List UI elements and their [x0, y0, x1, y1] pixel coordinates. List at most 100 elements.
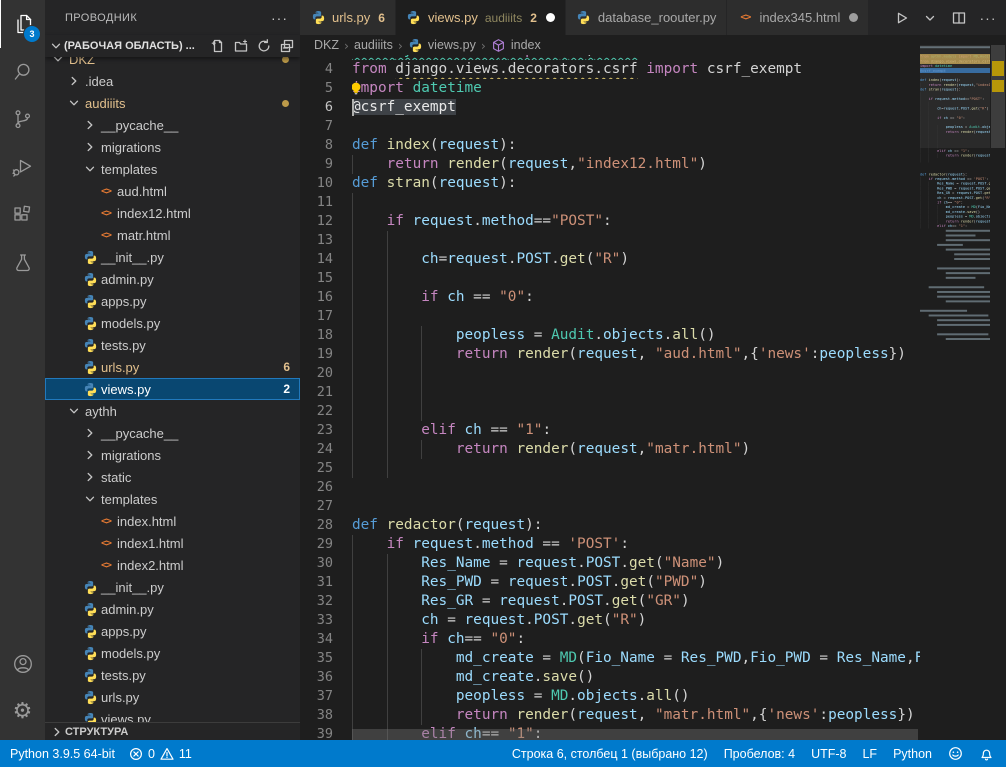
collapse-all-icon[interactable]	[278, 37, 296, 55]
breadcrumb-item-index[interactable]: index	[491, 37, 541, 53]
source-control-icon[interactable]	[0, 96, 45, 144]
code-line-27[interactable]: 27	[300, 497, 920, 516]
code-line-21[interactable]: 21	[300, 383, 920, 402]
code-line-34[interactable]: 34 if ch== "0":	[300, 630, 920, 649]
notifications-bell-icon[interactable]	[979, 746, 994, 761]
code-line-28[interactable]: 28def redactor(request):	[300, 516, 920, 535]
settings-gear-icon[interactable]: ⚙	[0, 688, 45, 736]
code-line-24[interactable]: 24 return render(request,"matr.html")	[300, 440, 920, 459]
code-line-15[interactable]: 15	[300, 269, 920, 288]
tree-item-apps.py[interactable]: apps.py	[45, 290, 300, 312]
tree-item-tests.py[interactable]: tests.py	[45, 664, 300, 686]
outline-section-header[interactable]: СТРУКТУРА	[45, 722, 300, 740]
extensions-icon[interactable]	[0, 192, 45, 240]
tree-item-matr.html[interactable]: <>matr.html	[45, 224, 300, 246]
tree-item-apps.py[interactable]: apps.py	[45, 620, 300, 642]
code-line-31[interactable]: 31 Res_PWD = request.POST.get("PWD")	[300, 573, 920, 592]
encoding-item[interactable]: UTF-8	[811, 747, 846, 761]
code-line-23[interactable]: 23 elif ch == "1":	[300, 421, 920, 440]
code-line-33[interactable]: 33 ch = request.POST.get("R")	[300, 611, 920, 630]
tab-database_roouter.py[interactable]: database_roouter.py	[566, 0, 728, 35]
refresh-icon[interactable]	[255, 37, 273, 55]
vertical-scrollbar[interactable]	[990, 0, 1006, 740]
tree-item-__init__.py[interactable]: __init__.py	[45, 246, 300, 268]
tree-item-templates[interactable]: templates	[45, 488, 300, 510]
code-line-5[interactable]: 5import datetime	[300, 79, 920, 98]
code-line-32[interactable]: 32 Res_GR = request.POST.get("GR")	[300, 592, 920, 611]
tree-item-__init__.py[interactable]: __init__.py	[45, 576, 300, 598]
account-icon[interactable]	[0, 640, 45, 688]
python-interpreter-item[interactable]: Python 3.9.5 64-bit	[10, 747, 115, 761]
explorer-icon[interactable]: 3	[0, 0, 46, 48]
tree-item-urls.py[interactable]: urls.py	[45, 686, 300, 708]
code-line-22[interactable]: 22	[300, 402, 920, 421]
tree-item-models.py[interactable]: models.py	[45, 642, 300, 664]
tree-item-index.html[interactable]: <>index.html	[45, 510, 300, 532]
tree-item-DKZ[interactable]: DKZ	[45, 57, 300, 70]
tree-item-admin.py[interactable]: admin.py	[45, 598, 300, 620]
run-debug-icon[interactable]	[0, 144, 45, 192]
language-mode-item[interactable]: Python	[893, 747, 932, 761]
testing-icon[interactable]	[0, 240, 45, 288]
tab-index345.html[interactable]: <>index345.html	[727, 0, 869, 35]
tab-urls.py[interactable]: urls.py6	[300, 0, 396, 35]
indentation-item[interactable]: Пробелов: 4	[724, 747, 795, 761]
tree-item-migrations[interactable]: migrations	[45, 136, 300, 158]
tree-item-.idea[interactable]: .idea	[45, 70, 300, 92]
tree-item-static[interactable]: static	[45, 466, 300, 488]
code-line-29[interactable]: 29 if request.method == 'POST':	[300, 535, 920, 554]
new-folder-icon[interactable]	[232, 37, 250, 55]
code-line-4[interactable]: 4from django.views.decorators.csrf impor…	[300, 60, 920, 79]
breadcrumb-item-audiiits[interactable]: audiiits	[354, 38, 393, 52]
code-line-25[interactable]: 25	[300, 459, 920, 478]
workspace-section-header[interactable]: (РАБОЧАЯ ОБЛАСТЬ) ...	[45, 35, 300, 57]
code-line-16[interactable]: 16 if ch == "0":	[300, 288, 920, 307]
code-line-10[interactable]: 10def stran(request):	[300, 174, 920, 193]
code-line-9[interactable]: 9 return render(request,"index12.html")	[300, 155, 920, 174]
sidebar-more-actions-icon[interactable]: ···	[271, 10, 288, 26]
tree-item-models.py[interactable]: models.py	[45, 312, 300, 334]
dirty-indicator[interactable]	[546, 13, 555, 22]
tree-item-urls.py[interactable]: urls.py6	[45, 356, 300, 378]
tree-item-views.py[interactable]: views.py2	[45, 378, 300, 400]
tab-views.py[interactable]: views.pyaudiiits2	[396, 0, 566, 35]
tree-item-index12.html[interactable]: <>index12.html	[45, 202, 300, 224]
feedback-smiley-icon[interactable]	[948, 746, 963, 761]
tree-item-admin.py[interactable]: admin.py	[45, 268, 300, 290]
problems-indicator[interactable]: 0 11	[129, 747, 192, 761]
code-line-11[interactable]: 11	[300, 193, 920, 212]
code-line-18[interactable]: 18 peopless = Audit.objects.all()	[300, 326, 920, 345]
code-line-38[interactable]: 38 return render(request, "matr.html",{'…	[300, 706, 920, 725]
code-line-37[interactable]: 37 peopless = MD.objects.all()	[300, 687, 920, 706]
tree-item-index2.html[interactable]: <>index2.html	[45, 554, 300, 576]
run-button-icon[interactable]	[891, 8, 911, 28]
code-editor[interactable]: 3from aythh.models import MD,Audit4from …	[300, 55, 920, 740]
tree-item-migrations[interactable]: migrations	[45, 444, 300, 466]
code-line-13[interactable]: 13	[300, 231, 920, 250]
lightbulb-icon[interactable]	[352, 81, 363, 98]
horizontal-scrollbar[interactable]	[352, 729, 918, 740]
breadcrumb-item-DKZ[interactable]: DKZ	[314, 38, 339, 52]
split-editor-icon[interactable]	[949, 8, 969, 28]
tree-item-views.py[interactable]: views.py	[45, 708, 300, 723]
tree-item-index1.html[interactable]: <>index1.html	[45, 532, 300, 554]
code-line-6[interactable]: 6@csrf_exempt	[300, 98, 920, 117]
code-line-8[interactable]: 8def index(request):	[300, 136, 920, 155]
code-line-30[interactable]: 30 Res_Name = request.POST.get("Name")	[300, 554, 920, 573]
code-line-36[interactable]: 36 md_create.save()	[300, 668, 920, 687]
tree-item-__pycache__[interactable]: __pycache__	[45, 422, 300, 444]
minimap[interactable]: from aythh.models import MD,Auditfrom dj…	[920, 45, 990, 740]
tree-item-aythh[interactable]: aythh	[45, 400, 300, 422]
code-line-7[interactable]: 7	[300, 117, 920, 136]
tree-item-__pycache__[interactable]: __pycache__	[45, 114, 300, 136]
new-file-icon[interactable]	[209, 37, 227, 55]
tree-item-templates[interactable]: templates	[45, 158, 300, 180]
dirty-indicator[interactable]	[849, 13, 858, 22]
cursor-position-item[interactable]: Строка 6, столбец 1 (выбрано 12)	[512, 747, 708, 761]
code-line-17[interactable]: 17	[300, 307, 920, 326]
code-line-19[interactable]: 19 return render(request, "aud.html",{'n…	[300, 345, 920, 364]
tree-item-tests.py[interactable]: tests.py	[45, 334, 300, 356]
code-line-12[interactable]: 12 if request.method=="POST":	[300, 212, 920, 231]
code-line-26[interactable]: 26	[300, 478, 920, 497]
tree-item-aud.html[interactable]: <>aud.html	[45, 180, 300, 202]
